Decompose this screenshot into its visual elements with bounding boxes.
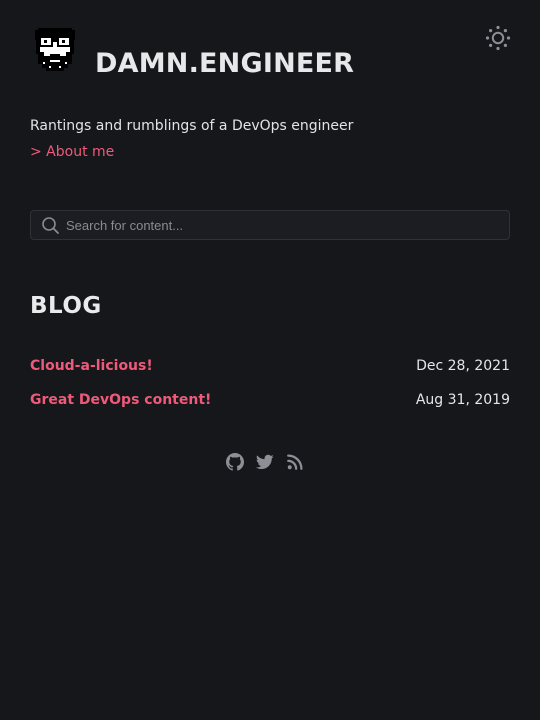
- twitter-link[interactable]: [255, 453, 274, 471]
- post-list: Cloud-a-licious! Dec 28, 2021 Great DevO…: [30, 354, 510, 422]
- twitter-icon: [255, 454, 274, 470]
- theme-toggle-button[interactable]: [485, 25, 511, 51]
- search-input[interactable]: [66, 211, 496, 239]
- post-title-link[interactable]: Great DevOps content!: [30, 389, 211, 411]
- list-item: Cloud-a-licious! Dec 28, 2021: [30, 354, 510, 388]
- github-icon: [226, 453, 244, 471]
- bearded-face-glasses-icon: [35, 28, 75, 71]
- page: DAMN.ENGINEER Rantings and rumblings of …: [0, 0, 540, 720]
- search-icon: [42, 217, 59, 234]
- blog-heading: BLOG: [30, 293, 102, 319]
- post-date: Aug 31, 2019: [415, 392, 510, 408]
- site-logo[interactable]: [30, 24, 80, 74]
- site-tagline: Rantings and rumblings of a DevOps engin…: [30, 118, 354, 134]
- about-me-link[interactable]: > About me: [30, 142, 114, 162]
- rss-icon: [287, 454, 303, 470]
- site-title[interactable]: DAMN.ENGINEER: [95, 46, 354, 82]
- post-title-link[interactable]: Cloud-a-licious!: [30, 355, 153, 377]
- list-item: Great DevOps content! Aug 31, 2019: [30, 388, 510, 422]
- social-links: [226, 453, 306, 471]
- search-box[interactable]: [30, 210, 510, 240]
- rss-link[interactable]: [286, 453, 304, 471]
- sun-icon: [485, 25, 511, 51]
- github-link[interactable]: [226, 453, 244, 471]
- post-date: Dec 28, 2021: [416, 358, 510, 374]
